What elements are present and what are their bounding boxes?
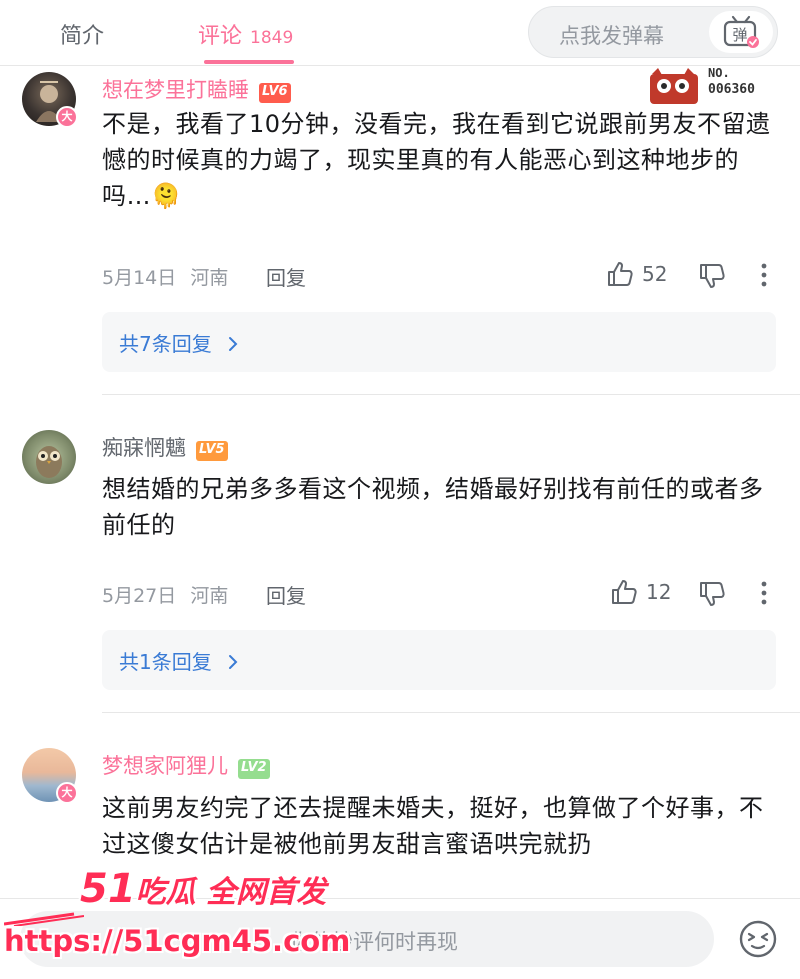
reply-button[interactable]: 回复	[266, 580, 306, 609]
dislike-button[interactable]	[698, 262, 726, 294]
comment-username[interactable]: 痴寐惘魑 LV5	[102, 432, 228, 462]
more-options-button[interactable]	[760, 580, 768, 610]
comment-username[interactable]: 想在梦里打瞌睡 LV6	[102, 74, 291, 104]
like-button[interactable]: 12	[610, 578, 671, 606]
fan-badge-label: NO.	[708, 66, 730, 80]
emoji-button[interactable]	[738, 919, 778, 963]
chevron-right-icon	[229, 655, 238, 669]
active-tab-indicator	[204, 60, 294, 64]
chevron-right-icon	[229, 337, 238, 351]
comment-username[interactable]: 梦想家阿狸儿 LV2	[102, 750, 270, 780]
comment-text[interactable]: 想结婚的兄弟多多看这个视频，结婚最好别找有前任的或者多前任的	[102, 471, 772, 543]
replies-summary[interactable]: 共1条回复	[102, 630, 776, 690]
comment-divider	[102, 394, 800, 395]
danmaku-toggle-button[interactable]: 弹	[709, 11, 773, 53]
watermark-number: 51	[80, 866, 136, 912]
comment-location: 河南	[190, 267, 229, 289]
more-vertical-icon	[761, 581, 767, 605]
svg-text:弹: 弹	[732, 26, 747, 44]
thumbs-down-icon	[700, 264, 725, 288]
comment-meta: 5月14日 河南	[102, 263, 228, 290]
reply-button[interactable]: 回复	[266, 262, 306, 291]
thumbs-up-icon	[608, 262, 633, 286]
level-badge: LV6	[259, 83, 291, 103]
comment-divider	[102, 712, 800, 713]
comment-location: 河南	[190, 585, 229, 607]
level-badge: LV5	[196, 441, 228, 461]
watermark-url: https://51cgm45.com	[4, 924, 351, 958]
tab-comments-label: 评论	[198, 24, 243, 49]
thumbs-down-icon	[700, 582, 725, 606]
danmaku-input[interactable]: 点我发弹幕 弹	[528, 6, 778, 58]
tab-intro[interactable]: 简介	[60, 18, 104, 50]
danmaku-icon: 弹	[723, 15, 759, 48]
like-count: 12	[646, 580, 672, 604]
dislike-button[interactable]	[698, 580, 726, 612]
watermark-tagline: 吃瓜 全网首发	[135, 875, 327, 910]
top-tab-bar: 简介 评论 1849 点我发弹幕 弹	[0, 0, 800, 66]
replies-summary[interactable]: 共7条回复	[102, 312, 776, 372]
thumbs-up-icon	[612, 580, 637, 604]
replies-summary-text: 共7条回复	[119, 328, 240, 357]
tab-comments[interactable]: 评论 1849	[198, 18, 293, 50]
comment-count: 1849	[250, 28, 294, 48]
comment-item: 大 想在梦里打瞌睡 LV6 NO. 006360 不是，我看了10分钟，没看完，我…	[0, 66, 800, 396]
comment-date: 5月14日	[102, 267, 177, 289]
watermark-brand: 51吃瓜 全网首发	[80, 866, 326, 912]
danmaku-placeholder: 点我发弹幕	[559, 24, 664, 48]
comment-meta: 5月27日 河南	[102, 581, 228, 608]
like-button[interactable]: 52	[606, 260, 667, 288]
level-badge: LV2	[238, 759, 270, 779]
emoji-icon	[739, 920, 777, 958]
fan-badge-number: 006360	[708, 82, 755, 97]
more-vertical-icon	[761, 263, 767, 287]
like-count: 52	[642, 262, 668, 286]
comment-item: 痴寐惘魑 LV5 想结婚的兄弟多多看这个视频，结婚最好别找有前任的或者多前任的 5…	[0, 396, 800, 714]
fan-badge: NO. 006360	[646, 66, 772, 110]
avatar-badge: 大	[56, 106, 78, 128]
username-text: 痴寐惘魑	[102, 436, 186, 460]
username-text: 梦想家阿狸儿	[102, 754, 228, 778]
avatar[interactable]	[22, 430, 76, 484]
comment-text[interactable]: 这前男友约完了还去提醒未婚夫，挺好，也算做了个好事，不过这傻女估计是被他前男友甜…	[102, 790, 772, 862]
more-options-button[interactable]	[760, 262, 768, 292]
fan-badge-icon	[650, 68, 698, 104]
replies-summary-text: 共1条回复	[119, 646, 240, 675]
avatar-badge: 大	[56, 782, 78, 804]
username-text: 想在梦里打瞌睡	[102, 78, 249, 102]
comment-text[interactable]: 不是，我看了10分钟，没看完，我在看到它说跟前男友不留遗憾的时候真的力竭了，现实…	[102, 106, 772, 214]
comment-date: 5月27日	[102, 585, 177, 607]
